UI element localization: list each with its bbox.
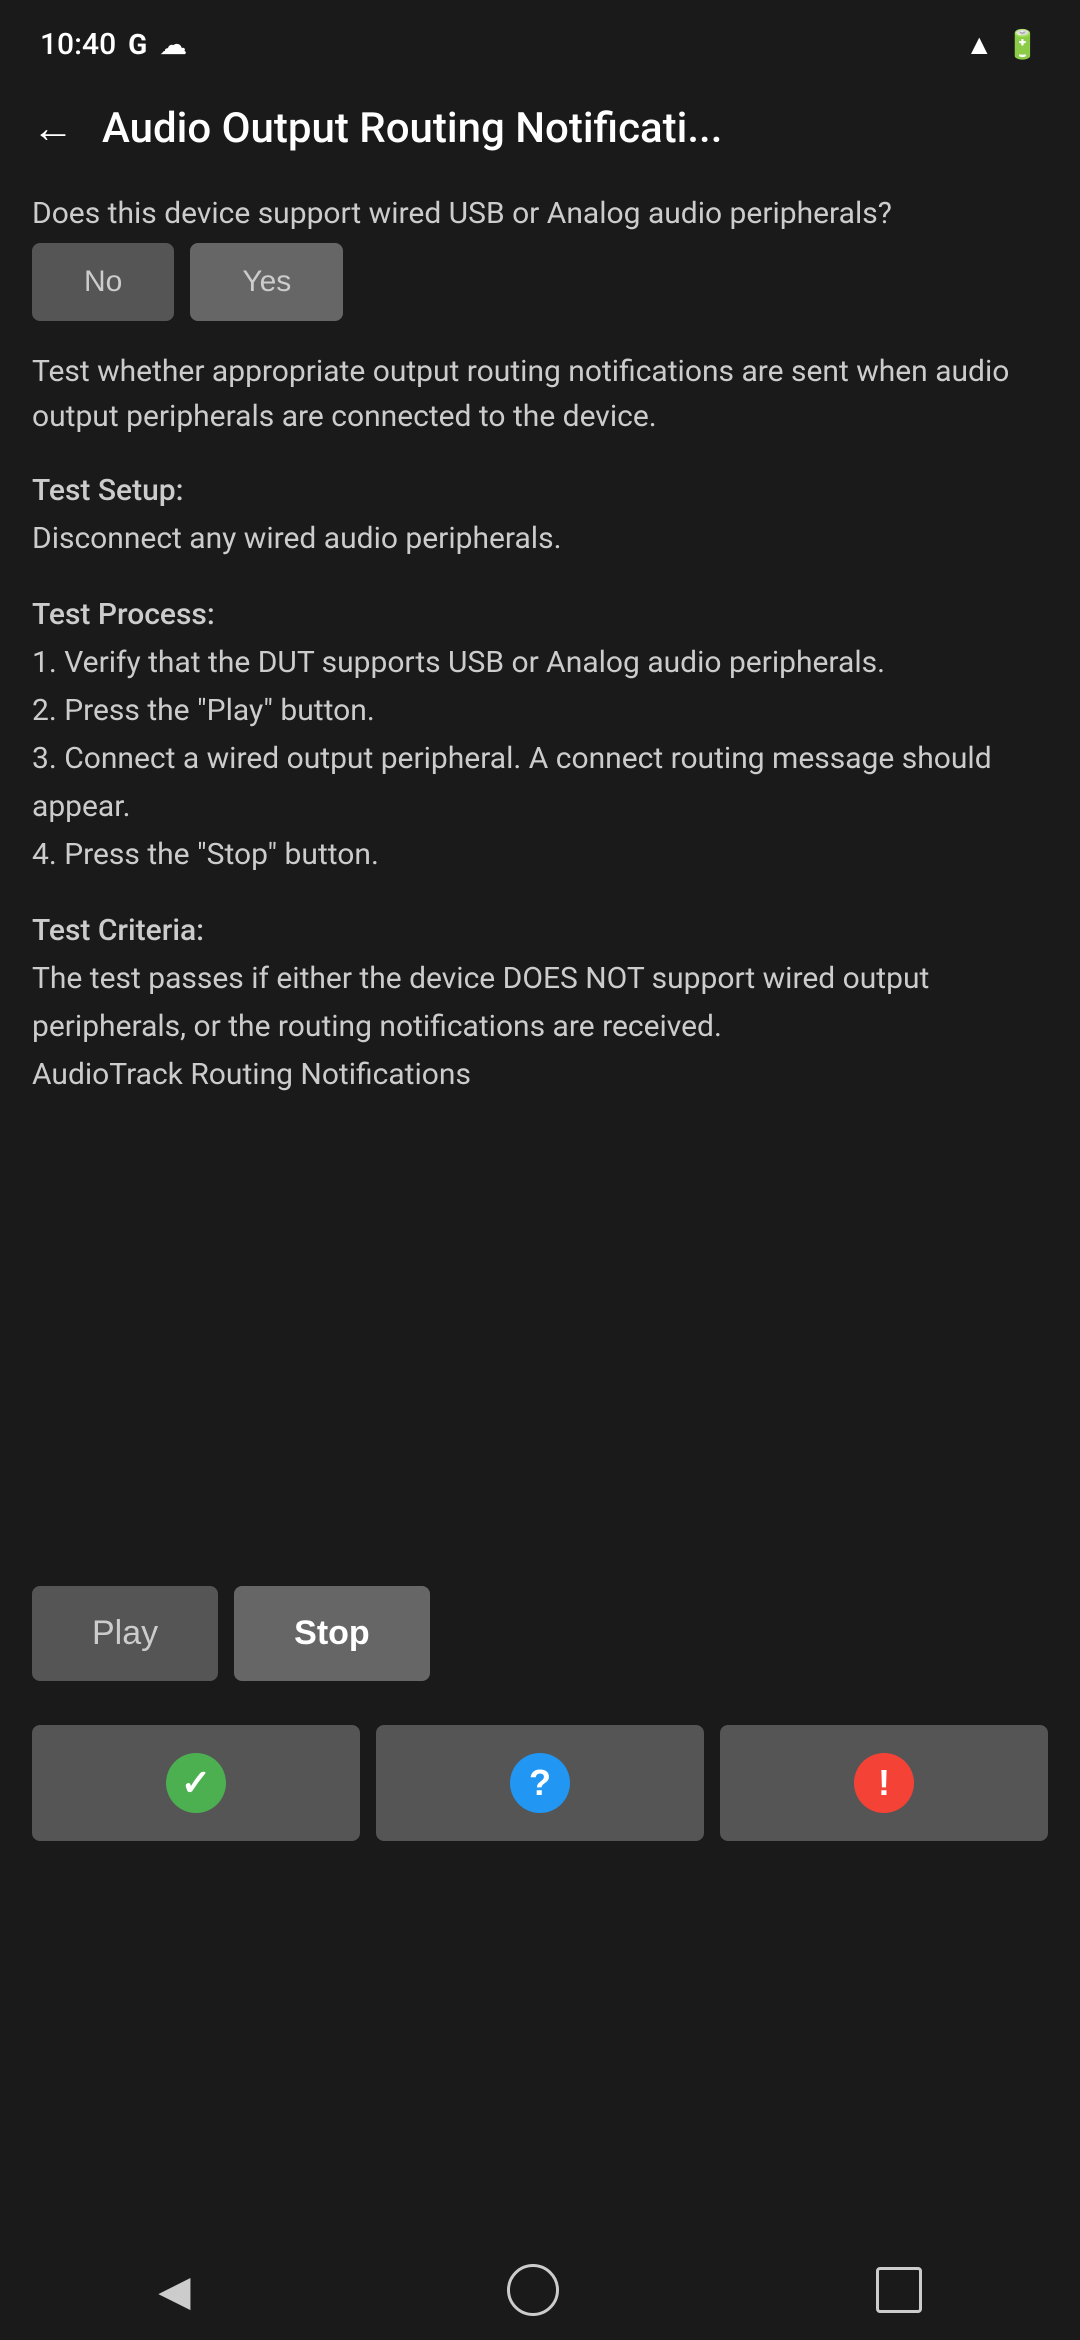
fail-icon: !: [854, 1753, 914, 1813]
test-criteria-body: The test passes if either the device DOE…: [32, 961, 929, 1044]
fail-button[interactable]: !: [720, 1725, 1048, 1841]
test-process-title: Test Process:: [32, 597, 215, 632]
main-content: Does this device support wired USB or An…: [0, 177, 1080, 1857]
test-process-step-3: 3. Connect a wired output peripheral. A …: [32, 741, 992, 824]
cloud-icon: ☁: [159, 28, 187, 61]
test-process-step-1: 1. Verify that the DUT supports USB or A…: [32, 645, 885, 680]
header: ← Audio Output Routing Notificati...: [0, 80, 1080, 177]
test-setup-section: Test Setup: Disconnect any wired audio p…: [32, 467, 1048, 563]
test-setup-body: Disconnect any wired audio peripherals.: [32, 521, 562, 556]
test-process-step-4: 4. Press the "Stop" button.: [32, 837, 379, 872]
no-button[interactable]: No: [32, 243, 174, 321]
nav-back-icon: ◀: [158, 2266, 190, 2315]
pass-icon: ✓: [166, 1753, 226, 1813]
battery-icon: 🔋: [1005, 28, 1040, 61]
description-text: Test whether appropriate output routing …: [32, 349, 1048, 439]
yes-button[interactable]: Yes: [190, 243, 343, 321]
google-icon: G: [128, 28, 147, 61]
test-process-step-2: 2. Press the "Play" button.: [32, 693, 375, 728]
nav-recents-button[interactable]: [876, 2267, 922, 2313]
time-display: 10:40: [40, 27, 116, 62]
nav-back-button[interactable]: ◀: [158, 2266, 190, 2315]
status-bar-left: 10:40 G ☁: [40, 27, 187, 62]
back-button[interactable]: ←: [32, 108, 74, 150]
stop-button[interactable]: Stop: [234, 1586, 430, 1681]
test-process-section: Test Process: 1. Verify that the DUT sup…: [32, 591, 1048, 879]
test-setup-title: Test Setup:: [32, 473, 184, 508]
nav-bar: ◀: [0, 2240, 1080, 2340]
status-bar-right: ▲ 🔋: [965, 28, 1040, 61]
info-icon: ?: [510, 1753, 570, 1813]
description-section: Test whether appropriate output routing …: [32, 349, 1048, 439]
nav-recents-icon: [876, 2267, 922, 2313]
wifi-icon: ▲: [965, 28, 993, 61]
result-buttons: ✓ ? !: [32, 1725, 1048, 1841]
pass-button[interactable]: ✓: [32, 1725, 360, 1841]
page-title: Audio Output Routing Notificati...: [102, 104, 1048, 153]
action-buttons: Play Stop: [32, 1586, 1048, 1681]
test-criteria-section: Test Criteria: The test passes if either…: [32, 907, 1048, 1099]
nav-home-icon: [507, 2264, 559, 2316]
info-button[interactable]: ?: [376, 1725, 704, 1841]
test-criteria-footer: AudioTrack Routing Notifications: [32, 1057, 471, 1092]
status-bar: 10:40 G ☁ ▲ 🔋: [0, 0, 1080, 80]
question-text: Does this device support wired USB or An…: [32, 193, 1048, 235]
question-section: Does this device support wired USB or An…: [32, 193, 1048, 321]
question-buttons: No Yes: [32, 243, 1048, 321]
nav-home-button[interactable]: [507, 2264, 559, 2316]
play-button[interactable]: Play: [32, 1586, 218, 1681]
test-criteria-title: Test Criteria:: [32, 913, 204, 948]
